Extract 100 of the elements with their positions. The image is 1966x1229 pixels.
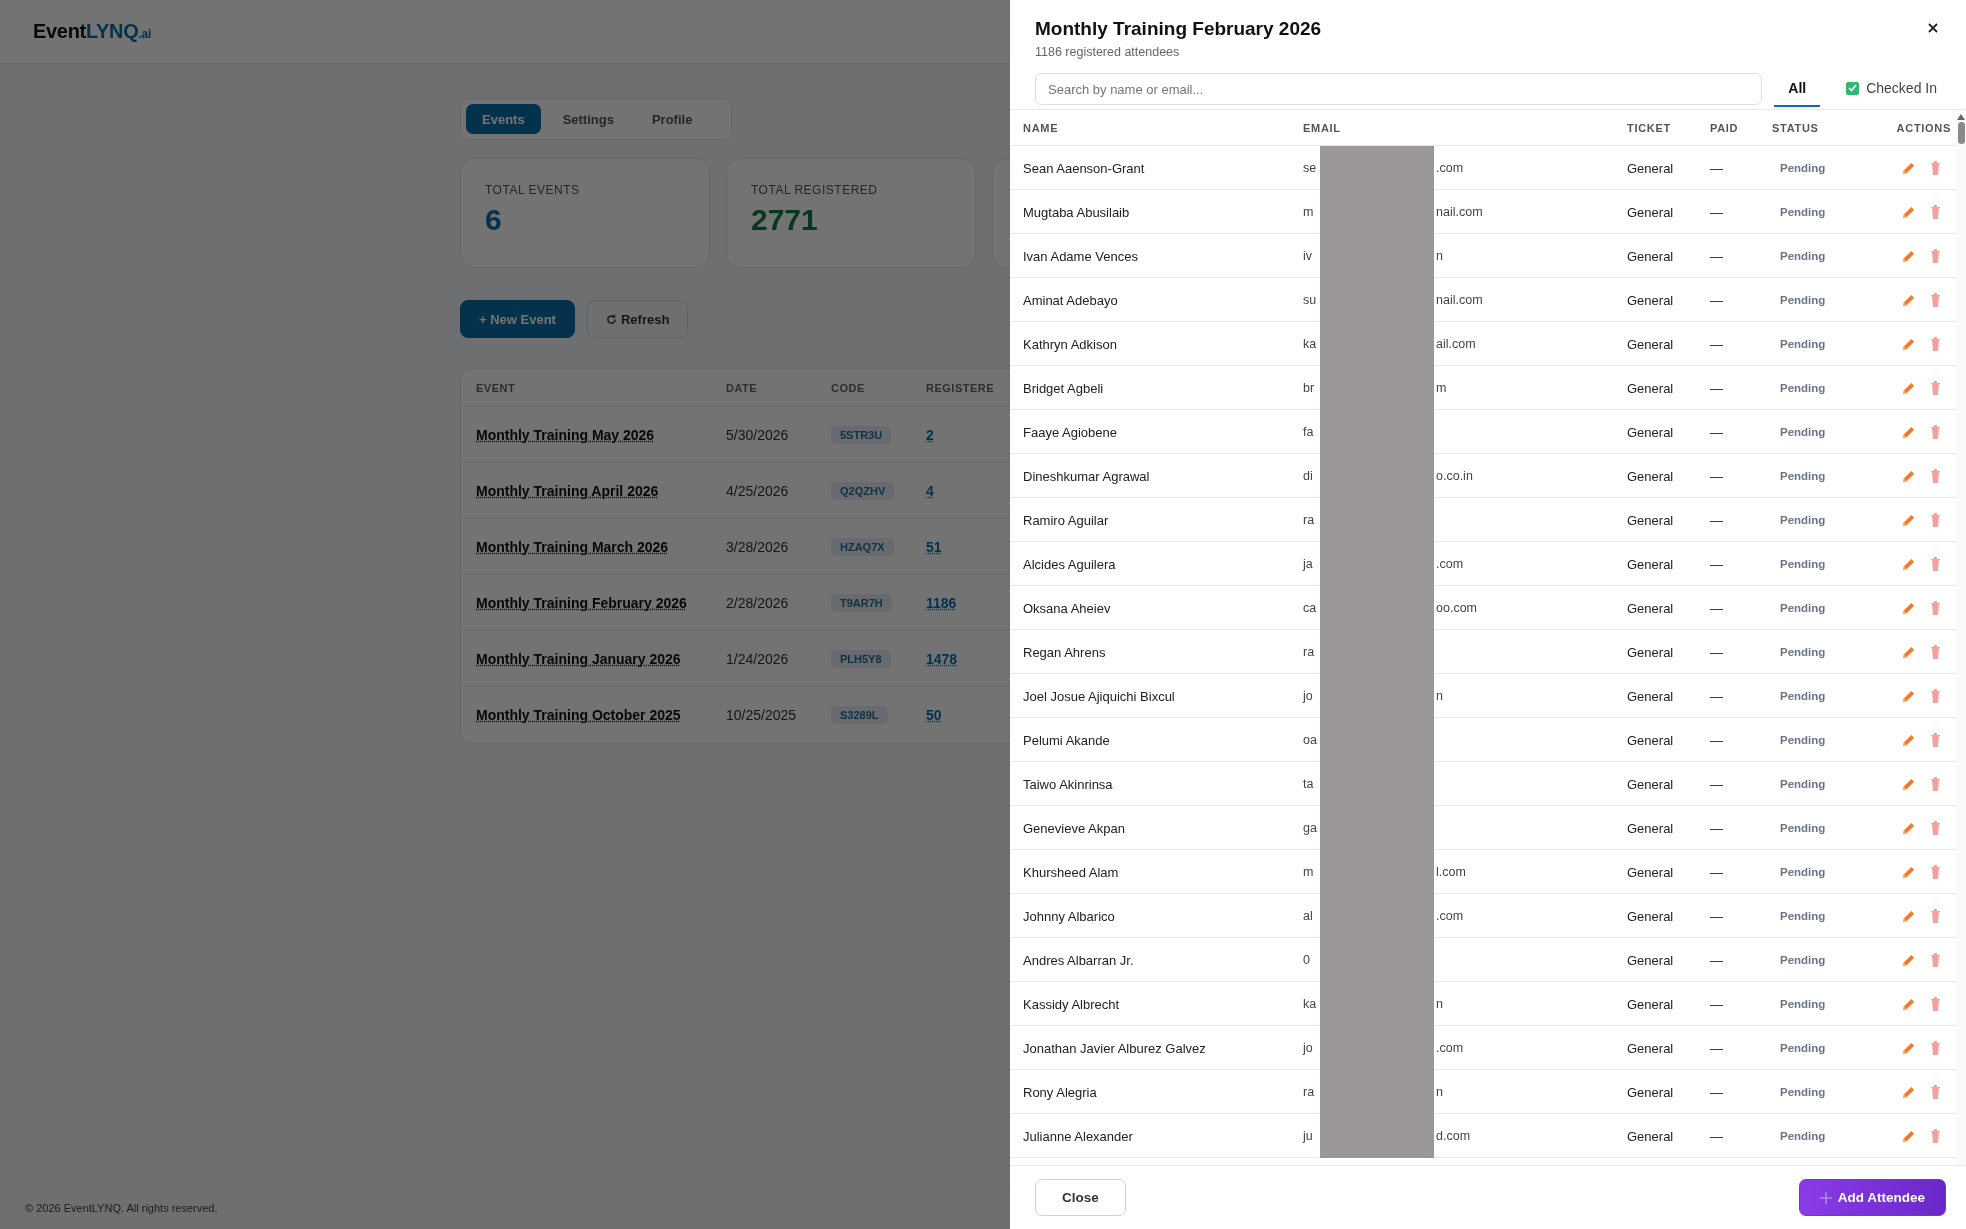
arrow-up-icon[interactable] [1957,114,1965,120]
pencil-icon[interactable] [1901,996,1916,1012]
ticket-cell-text: General [1627,556,1675,572]
registered-link[interactable]: 51 [926,538,942,555]
event-link[interactable]: Monthly Training October 2025 [476,707,681,723]
search-field[interactable]: Search by name or email... [1035,73,1763,105]
pencil-icon[interactable] [1901,820,1916,836]
filter-tab[interactable]: Checked In [1832,71,1951,107]
email-cell-text: ju [1303,1129,1314,1143]
ticket-cell-text: General [1627,1040,1675,1056]
pencil-icon[interactable] [1901,732,1916,748]
status-label: Pending [1779,514,1827,526]
trash-icon[interactable] [1930,380,1941,395]
name-cell-text: Alcides Aguilera [1023,556,1117,572]
check-icon [1848,84,1858,92]
pencil-icon[interactable] [1901,952,1916,968]
trash-icon[interactable] [1930,248,1941,263]
pencil-icon[interactable] [1901,204,1916,220]
paid-cell-text: — [1710,820,1724,836]
status-label: Pending [1779,954,1827,966]
trash-icon[interactable] [1930,292,1941,307]
ticket-cell-text: General [1627,468,1675,484]
trash-icon[interactable] [1930,864,1941,879]
pencil-icon[interactable] [1901,600,1916,616]
registered-link[interactable]: 1186 [926,594,957,611]
ticket-cell-text: General [1627,996,1675,1012]
pencil-icon[interactable] [1901,1128,1916,1144]
event-link[interactable]: Monthly Training March 2026 [476,538,669,555]
new-event-button[interactable]: + New Event [460,300,575,338]
trash-icon[interactable] [1930,336,1941,351]
pencil-icon[interactable] [1901,908,1916,924]
pencil-icon[interactable] [1901,292,1916,308]
registered-link[interactable]: 1478 [926,650,958,667]
trash-icon[interactable] [1930,1128,1941,1143]
email-cell: .com [1436,1041,1464,1055]
status-label: Pending [1779,250,1827,262]
ticket-cell-text: General [1627,952,1675,968]
status-label: Pending [1779,646,1827,658]
trash-icon[interactable] [1930,688,1941,703]
email-cell-text: ca [1303,601,1318,615]
pencil-icon[interactable] [1901,1040,1916,1056]
trash-icon[interactable] [1930,908,1941,923]
add-attendee-button[interactable]: Add Attendee [1798,1179,1946,1216]
event-link[interactable]: Monthly Training January 2026 [476,650,681,667]
date-cell-text: 3/28/2026 [726,538,790,555]
event-link[interactable]: Monthly Training May 2026 [476,426,655,443]
ticket-cell-text: General [1627,160,1675,176]
paid-cell-text: — [1710,468,1724,484]
close-button[interactable]: Close [1035,1179,1126,1216]
nav-tab[interactable]: Settings [546,104,630,134]
trash-icon[interactable] [1930,204,1941,219]
email-cell-text: al [1303,909,1314,923]
pencil-icon[interactable] [1901,556,1916,572]
paid-cell-text: — [1710,688,1724,704]
trash-icon[interactable] [1930,1084,1941,1099]
ticket-cell-text: General [1627,336,1675,352]
trash-icon[interactable] [1930,776,1941,791]
trash-icon[interactable] [1930,732,1941,747]
trash-icon[interactable] [1930,556,1941,571]
paid-cell-text: — [1710,160,1724,176]
registered-link[interactable]: 2 [926,426,934,443]
trash-icon[interactable] [1930,600,1941,615]
pencil-icon[interactable] [1901,160,1916,176]
pencil-icon[interactable] [1901,424,1916,440]
pencil-icon[interactable] [1901,688,1916,704]
column-header: PAID [1710,121,1740,134]
event-link[interactable]: Monthly Training April 2026 [476,482,659,499]
refresh-button[interactable]: Refresh [586,300,689,338]
registered-link[interactable]: 4 [926,482,934,499]
pencil-icon[interactable] [1901,864,1916,880]
trash-icon[interactable] [1930,512,1941,527]
trash-icon[interactable] [1930,424,1941,439]
pencil-icon[interactable] [1901,644,1916,660]
email-cell: l.com [1436,865,1466,879]
trash-icon[interactable] [1930,996,1941,1011]
trash-icon[interactable] [1930,1040,1941,1055]
trash-icon[interactable] [1930,468,1941,483]
scrollbar-thumb[interactable] [1957,122,1965,144]
paid-cell-text: — [1710,292,1724,308]
ticket-cell-text: General [1627,512,1675,528]
email-cell: .com [1436,557,1464,571]
registered-link[interactable]: 50 [926,707,942,723]
status-label: Pending [1779,866,1827,878]
pencil-icon[interactable] [1901,336,1916,352]
event-link[interactable]: Monthly Training February 2026 [476,594,687,611]
trash-icon[interactable] [1930,952,1941,967]
pencil-icon[interactable] [1901,380,1916,396]
pencil-icon[interactable] [1901,776,1916,792]
pencil-icon[interactable] [1901,1084,1916,1100]
scrollbar[interactable] [1956,110,1966,1165]
email-cell-text: ra [1303,645,1316,659]
filter-tab[interactable]: All [1774,71,1821,107]
nav-tab[interactable]: Events [466,104,541,134]
trash-icon[interactable] [1930,644,1941,659]
trash-icon[interactable] [1930,820,1941,835]
pencil-icon[interactable] [1901,512,1916,528]
trash-icon[interactable] [1930,160,1941,175]
pencil-icon[interactable] [1901,468,1916,484]
pencil-icon[interactable] [1901,248,1916,264]
nav-tab[interactable]: Profile [635,104,709,134]
